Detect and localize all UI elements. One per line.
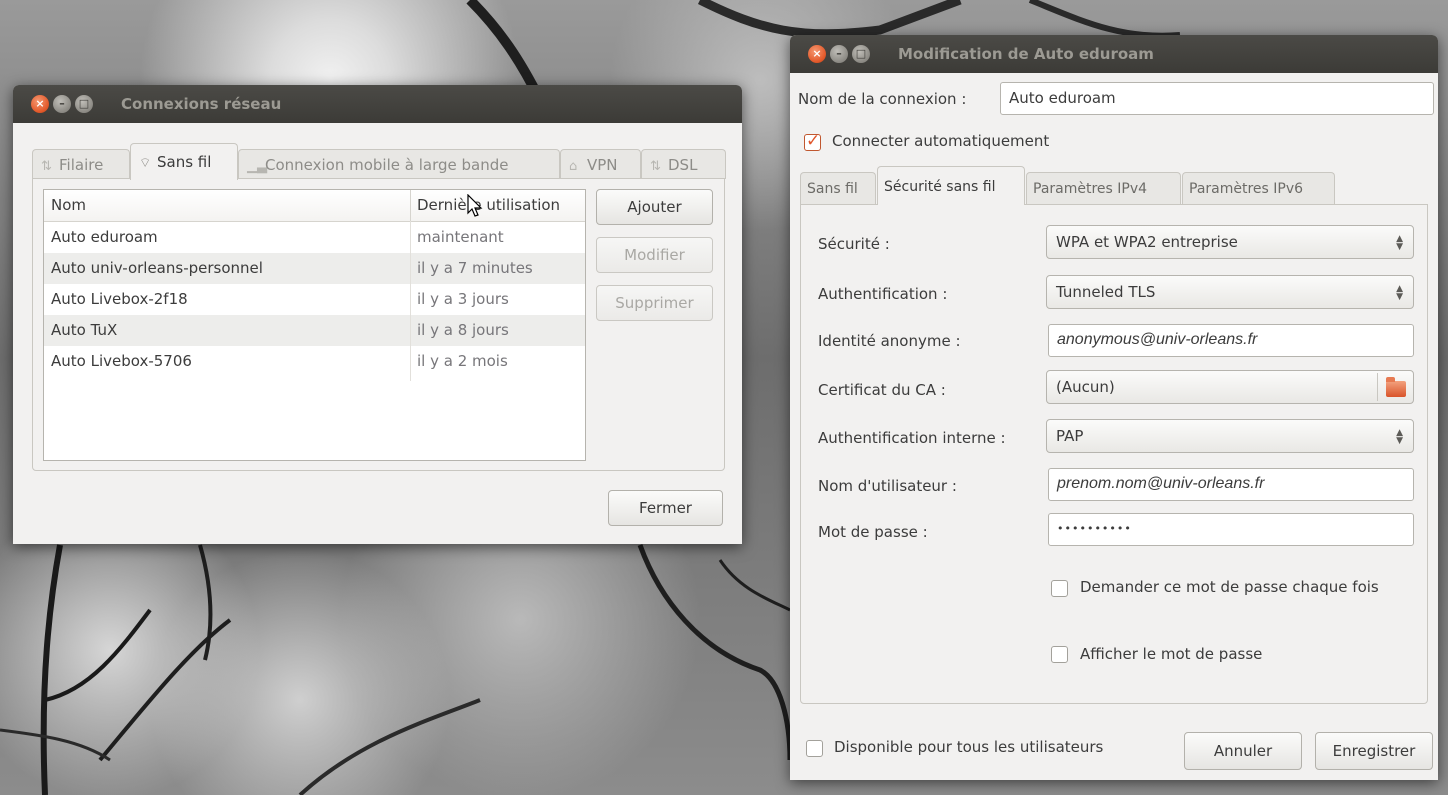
security-select[interactable]: WPA et WPA2 entreprise ▲ ▼ (1046, 225, 1414, 259)
minimize-icon: – (59, 97, 65, 110)
minimize-window-button[interactable]: – (53, 95, 71, 113)
list-item[interactable]: Auto eduroam maintenant (44, 222, 585, 253)
minimize-window-button[interactable]: – (830, 45, 848, 63)
anonymous-identity-label: Identité anonyme : (818, 332, 961, 350)
maximize-icon: □ (78, 97, 90, 110)
connection-name-label: Nom de la connexion : (798, 90, 967, 108)
edit-connection-window: × – □ Modification de Auto eduroam Nom d… (790, 35, 1438, 780)
list-item[interactable]: Auto univ-orleans-personnel il y a 7 minu… (44, 253, 585, 284)
wifi-icon: ⌔ (139, 156, 152, 171)
username-label: Nom d'utilisateur : (818, 477, 957, 495)
window-title: Connexions réseau (121, 95, 282, 113)
show-password-checkbox[interactable] (1051, 646, 1068, 663)
tab-panel-wireless: Nom Dernière utilisation Auto eduroam mai… (32, 178, 725, 471)
list-item[interactable]: Auto Livebox-5706 il y a 2 mois (44, 346, 585, 377)
authentication-select[interactable]: Tunneled TLS ▲ ▼ (1046, 275, 1414, 309)
maximize-icon: □ (855, 47, 867, 60)
tab-wired[interactable]: ⇅ Filaire (32, 149, 130, 179)
list-item[interactable]: Auto Livebox-2f18 il y a 3 jours (44, 284, 585, 315)
password-label: Mot de passe : (818, 523, 928, 541)
column-separator[interactable] (410, 190, 411, 221)
cancel-button[interactable]: Annuler (1184, 732, 1302, 770)
column-divider (410, 221, 411, 381)
save-button[interactable]: Enregistrer (1315, 732, 1433, 770)
authentication-label: Authentification : (818, 285, 948, 303)
anonymous-identity-input[interactable]: anonymous@univ-orleans.fr (1048, 324, 1414, 357)
tab-mobile-broadband[interactable]: ▁▃Connexion mobile à large bande (238, 149, 560, 179)
security-label: Sécurité : (818, 235, 890, 253)
close-window-button[interactable]: × (808, 45, 826, 63)
close-icon: × (812, 47, 822, 60)
add-button[interactable]: Ajouter (596, 189, 713, 225)
tab-wireless[interactable]: ⌔ Sans fil (130, 143, 238, 180)
chooser-separator (1377, 373, 1378, 401)
titlebar: × – □ Modification de Auto eduroam (790, 35, 1438, 73)
connection-type-tabs: ⇅ Filaire ⌔ Sans fil ▁▃Connexion mobile à … (32, 143, 728, 180)
auto-connect-checkbox[interactable]: ✓ (804, 131, 821, 151)
ca-certificate-chooser[interactable]: (Aucun) (1046, 370, 1414, 404)
tab-wireless-security[interactable]: Sécurité sans fil (877, 166, 1025, 205)
close-icon: × (35, 97, 45, 110)
all-users-label: Disponible pour tous les utilisateurs (834, 738, 1104, 756)
list-body: Auto eduroam maintenant Auto univ-orleans… (44, 221, 585, 381)
connection-list[interactable]: Nom Dernière utilisation Auto eduroam mai… (43, 189, 586, 461)
all-users-checkbox[interactable] (806, 740, 823, 757)
tab-ipv6-settings[interactable]: Paramètres IPv6 (1182, 172, 1335, 204)
inner-authentication-select[interactable]: PAP ▲ ▼ (1046, 419, 1414, 453)
tab-ipv4-settings[interactable]: Paramètres IPv4 (1026, 172, 1181, 204)
maximize-window-button[interactable]: □ (75, 95, 93, 113)
tab-wireless[interactable]: Sans fil (800, 172, 876, 204)
ask-password-checkbox[interactable] (1051, 580, 1068, 597)
username-input[interactable]: prenom.nom@univ-orleans.fr (1048, 468, 1414, 501)
connection-name-input[interactable]: Auto eduroam (1000, 82, 1434, 115)
spinner-arrows-icon: ▲ ▼ (1396, 234, 1403, 252)
titlebar: × – □ Connexions réseau (13, 85, 742, 123)
mouse-cursor-icon (467, 194, 483, 217)
window-title: Modification de Auto eduroam (898, 45, 1154, 63)
ca-certificate-label: Certificat du CA : (818, 381, 946, 399)
auto-connect-label: Connecter automatiquement (832, 132, 1050, 150)
column-header-name[interactable]: Nom (51, 190, 86, 221)
inner-authentication-label: Authentification interne : (818, 429, 1006, 447)
list-header: Nom Dernière utilisation (44, 190, 585, 222)
spinner-arrows-icon: ▲ ▼ (1396, 428, 1403, 446)
tab-dsl[interactable]: ⇅ DSL (641, 149, 726, 179)
minimize-icon: – (836, 47, 842, 60)
folder-icon (1386, 377, 1406, 397)
network-connections-window: × – □ Connexions réseau ⇅ Filaire ⌔ Sans f… (13, 85, 742, 544)
column-header-last-used[interactable]: Dernière utilisation (417, 190, 560, 221)
close-window-button[interactable]: × (31, 95, 49, 113)
checkmark-icon: ✓ (806, 131, 821, 151)
password-input[interactable]: •••••••••• (1048, 513, 1414, 546)
edit-button[interactable]: Modifier (596, 237, 713, 273)
maximize-window-button[interactable]: □ (852, 45, 870, 63)
delete-button[interactable]: Supprimer (596, 285, 713, 321)
tab-vpn[interactable]: ⌂ VPN (560, 149, 641, 179)
close-button[interactable]: Fermer (608, 490, 723, 526)
ask-password-label: Demander ce mot de passe chaque fois (1080, 578, 1379, 596)
spinner-arrows-icon: ▲ ▼ (1396, 284, 1403, 302)
show-password-label: Afficher le mot de passe (1080, 645, 1263, 663)
list-item[interactable]: Auto TuX il y a 8 jours (44, 315, 585, 346)
